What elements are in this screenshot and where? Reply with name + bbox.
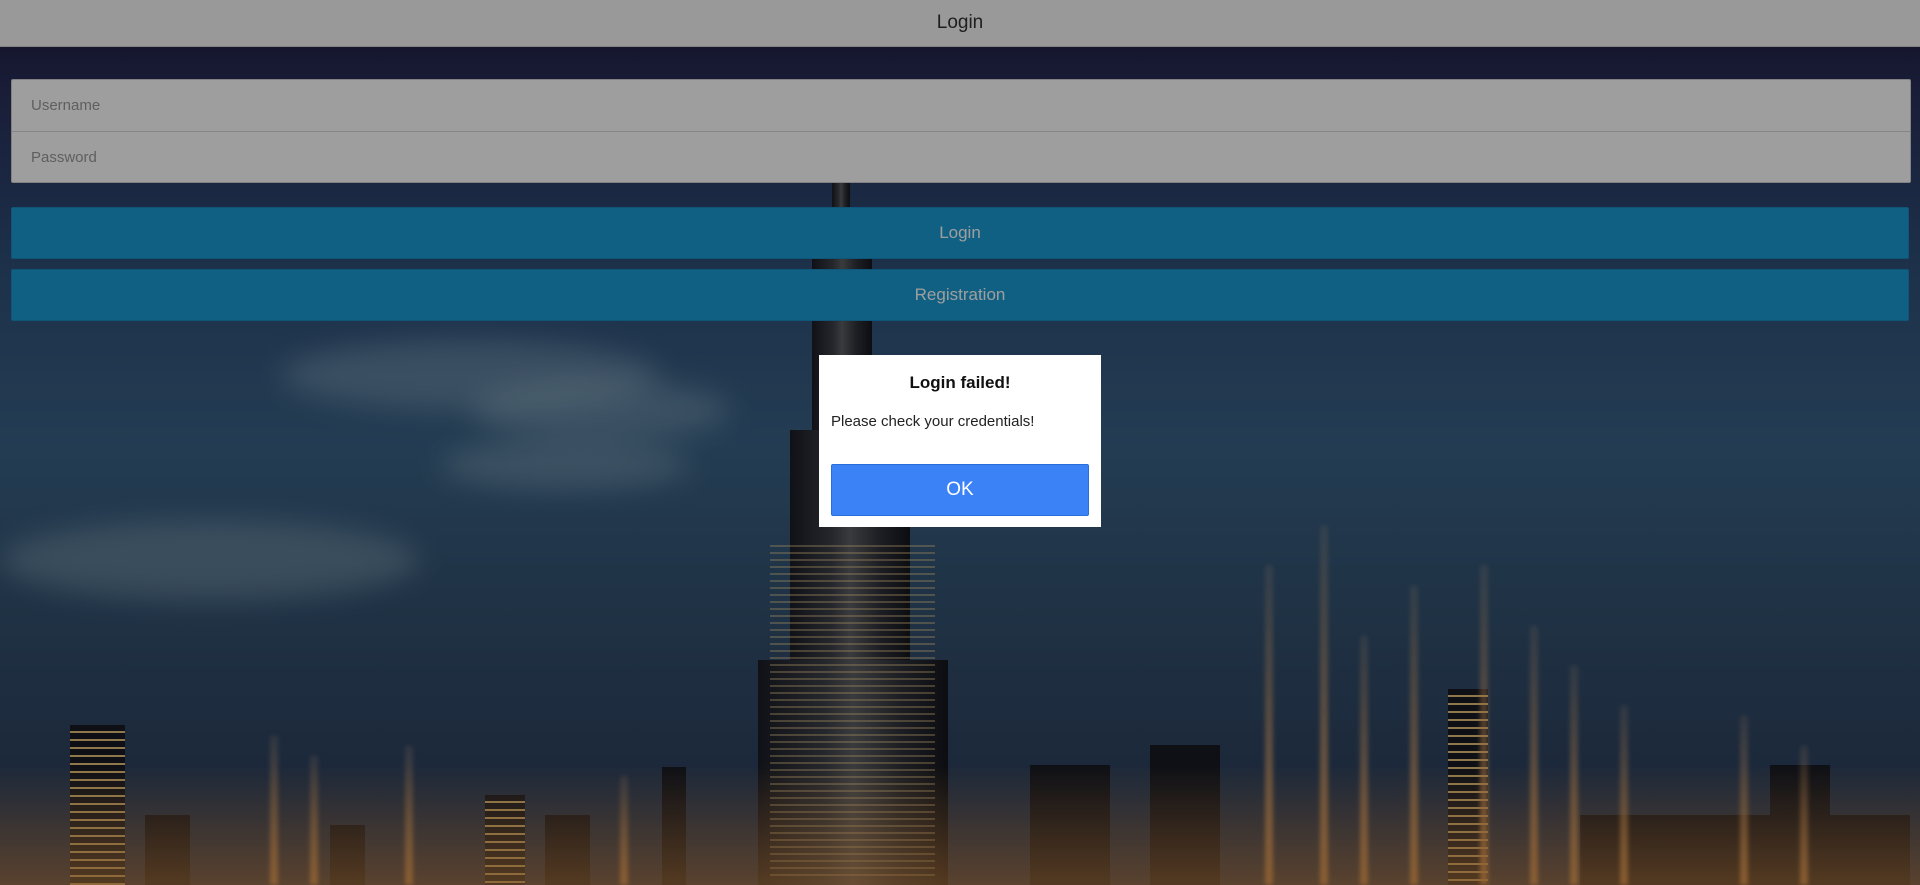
login-failed-dialog: Login failed! Please check your credenti…: [819, 355, 1101, 527]
dialog-title: Login failed!: [909, 373, 1011, 392]
app-root: Login Login Registration Login failed! P…: [0, 0, 1920, 885]
dialog-message: Please check your credentials!: [831, 413, 1035, 430]
ok-button[interactable]: OK: [831, 464, 1089, 516]
